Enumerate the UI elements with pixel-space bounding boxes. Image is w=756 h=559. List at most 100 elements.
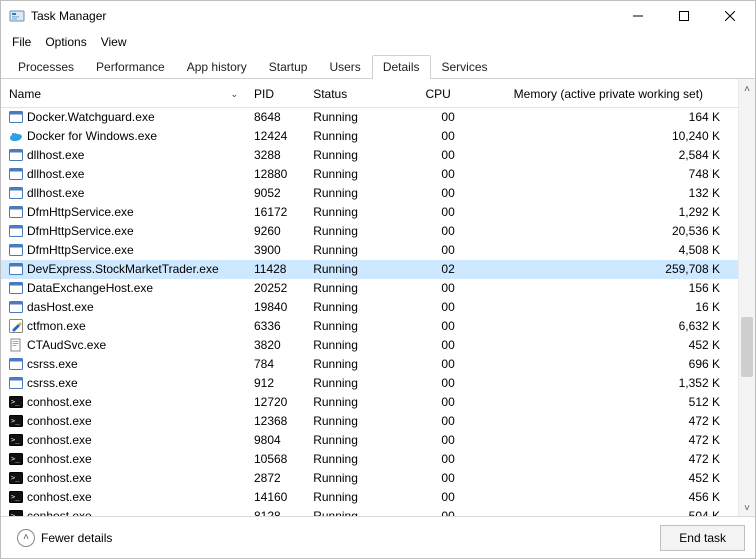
table-row[interactable]: csrss.exe784Running00696 K	[1, 355, 738, 374]
titlebar: Task Manager	[1, 1, 755, 31]
task-manager-window: Task Manager File Options View Processes…	[0, 0, 756, 559]
tab-details[interactable]: Details	[372, 55, 431, 78]
cell-name: DfmHttpService.exe	[1, 203, 246, 222]
table-row[interactable]: >_conhost.exe12720Running00512 K	[1, 393, 738, 412]
table-row[interactable]: dllhost.exe12880Running00748 K	[1, 165, 738, 184]
app-icon	[9, 186, 23, 200]
tab-strip: Processes Performance App history Startu…	[1, 55, 755, 79]
cell-memory: 696 K	[479, 355, 738, 374]
fewer-details-toggle[interactable]: ˄ Fewer details	[11, 525, 118, 551]
table-row[interactable]: >_conhost.exe8128Running00504 K	[1, 507, 738, 517]
col-pid[interactable]: PID	[246, 83, 305, 108]
cell-status: Running	[305, 507, 417, 517]
table-row[interactable]: DfmHttpService.exe3900Running004,508 K	[1, 241, 738, 260]
process-name: dllhost.exe	[27, 167, 84, 181]
scroll-track[interactable]	[739, 97, 755, 502]
table-row[interactable]: DevExpress.StockMarketTrader.exe11428Run…	[1, 260, 738, 279]
cell-status: Running	[305, 203, 417, 222]
tab-processes[interactable]: Processes	[7, 55, 85, 78]
app-icon	[9, 300, 23, 314]
cell-cpu: 02	[417, 260, 478, 279]
cell-name: CTAudSvc.exe	[1, 336, 246, 355]
table-row[interactable]: DfmHttpService.exe9260Running0020,536 K	[1, 222, 738, 241]
process-name: conhost.exe	[27, 452, 92, 466]
table-row[interactable]: >_conhost.exe12368Running00472 K	[1, 412, 738, 431]
process-name: conhost.exe	[27, 471, 92, 485]
scroll-up-icon[interactable]: ˄	[744, 83, 750, 97]
docker-icon	[9, 129, 23, 143]
app-icon	[9, 376, 23, 390]
table-row[interactable]: csrss.exe912Running001,352 K	[1, 374, 738, 393]
cell-memory: 10,240 K	[479, 127, 738, 146]
table-row[interactable]: ctfmon.exe6336Running006,632 K	[1, 317, 738, 336]
col-memory[interactable]: Memory (active private working set)	[479, 83, 738, 108]
tab-performance[interactable]: Performance	[85, 55, 176, 78]
table-row[interactable]: Docker for Windows.exe12424Running0010,2…	[1, 127, 738, 146]
process-name: Docker.Watchguard.exe	[27, 110, 155, 124]
cell-memory: 452 K	[479, 469, 738, 488]
cell-cpu: 00	[417, 203, 478, 222]
table-row[interactable]: Docker.Watchguard.exe8648Running00164 K	[1, 108, 738, 127]
table-row[interactable]: dllhost.exe3288Running002,584 K	[1, 146, 738, 165]
table-row[interactable]: >_conhost.exe2872Running00452 K	[1, 469, 738, 488]
table-row[interactable]: >_conhost.exe9804Running00472 K	[1, 431, 738, 450]
table-row[interactable]: >_conhost.exe14160Running00456 K	[1, 488, 738, 507]
svg-text:>_: >_	[11, 436, 20, 444]
col-cpu[interactable]: CPU	[417, 83, 478, 108]
end-task-button[interactable]: End task	[660, 525, 745, 551]
process-name: CTAudSvc.exe	[27, 338, 106, 352]
tab-startup[interactable]: Startup	[258, 55, 319, 78]
cell-cpu: 00	[417, 222, 478, 241]
app-icon	[9, 357, 23, 371]
minimize-button[interactable]	[615, 1, 661, 31]
tab-apphistory[interactable]: App history	[176, 55, 258, 78]
column-header-row: Name⌄ PID Status CPU Memory (active priv…	[1, 83, 738, 108]
cell-status: Running	[305, 336, 417, 355]
app-icon	[9, 262, 23, 276]
process-name: dllhost.exe	[27, 148, 84, 162]
cell-status: Running	[305, 450, 417, 469]
details-pane: Name⌄ PID Status CPU Memory (active priv…	[1, 79, 755, 516]
cell-pid: 14160	[246, 488, 305, 507]
app-icon	[9, 167, 23, 181]
scroll-down-icon[interactable]: ˅	[744, 502, 750, 516]
table-scroll: Name⌄ PID Status CPU Memory (active priv…	[1, 79, 738, 516]
app-icon	[9, 224, 23, 238]
cell-pid: 16172	[246, 203, 305, 222]
cell-status: Running	[305, 317, 417, 336]
cell-pid: 784	[246, 355, 305, 374]
tab-services[interactable]: Services	[431, 55, 499, 78]
close-button[interactable]	[707, 1, 753, 31]
cell-pid: 9804	[246, 431, 305, 450]
cell-pid: 10568	[246, 450, 305, 469]
maximize-button[interactable]	[661, 1, 707, 31]
process-name: DfmHttpService.exe	[27, 243, 134, 257]
fewer-details-label: Fewer details	[41, 531, 112, 545]
tab-users[interactable]: Users	[318, 55, 371, 78]
process-name: DfmHttpService.exe	[27, 205, 134, 219]
col-name[interactable]: Name⌄	[1, 83, 246, 108]
table-row[interactable]: CTAudSvc.exe3820Running00452 K	[1, 336, 738, 355]
table-row[interactable]: dllhost.exe9052Running00132 K	[1, 184, 738, 203]
table-row[interactable]: DataExchangeHost.exe20252Running00156 K	[1, 279, 738, 298]
table-row[interactable]: DfmHttpService.exe16172Running001,292 K	[1, 203, 738, 222]
cell-name: csrss.exe	[1, 355, 246, 374]
bottom-bar: ˄ Fewer details End task	[1, 516, 755, 558]
svg-text:>_: >_	[11, 512, 20, 516]
process-name: conhost.exe	[27, 433, 92, 447]
cell-memory: 472 K	[479, 412, 738, 431]
menu-file[interactable]: File	[7, 33, 36, 51]
menu-options[interactable]: Options	[40, 33, 91, 51]
scroll-thumb[interactable]	[741, 317, 753, 377]
cell-status: Running	[305, 488, 417, 507]
table-row[interactable]: >_conhost.exe10568Running00472 K	[1, 450, 738, 469]
cell-pid: 3288	[246, 146, 305, 165]
cell-status: Running	[305, 412, 417, 431]
table-row[interactable]: dasHost.exe19840Running0016 K	[1, 298, 738, 317]
col-status[interactable]: Status	[305, 83, 417, 108]
cell-pid: 12368	[246, 412, 305, 431]
cell-cpu: 00	[417, 279, 478, 298]
menu-view[interactable]: View	[96, 33, 132, 51]
vertical-scrollbar[interactable]: ˄ ˅	[738, 79, 755, 516]
cell-status: Running	[305, 222, 417, 241]
